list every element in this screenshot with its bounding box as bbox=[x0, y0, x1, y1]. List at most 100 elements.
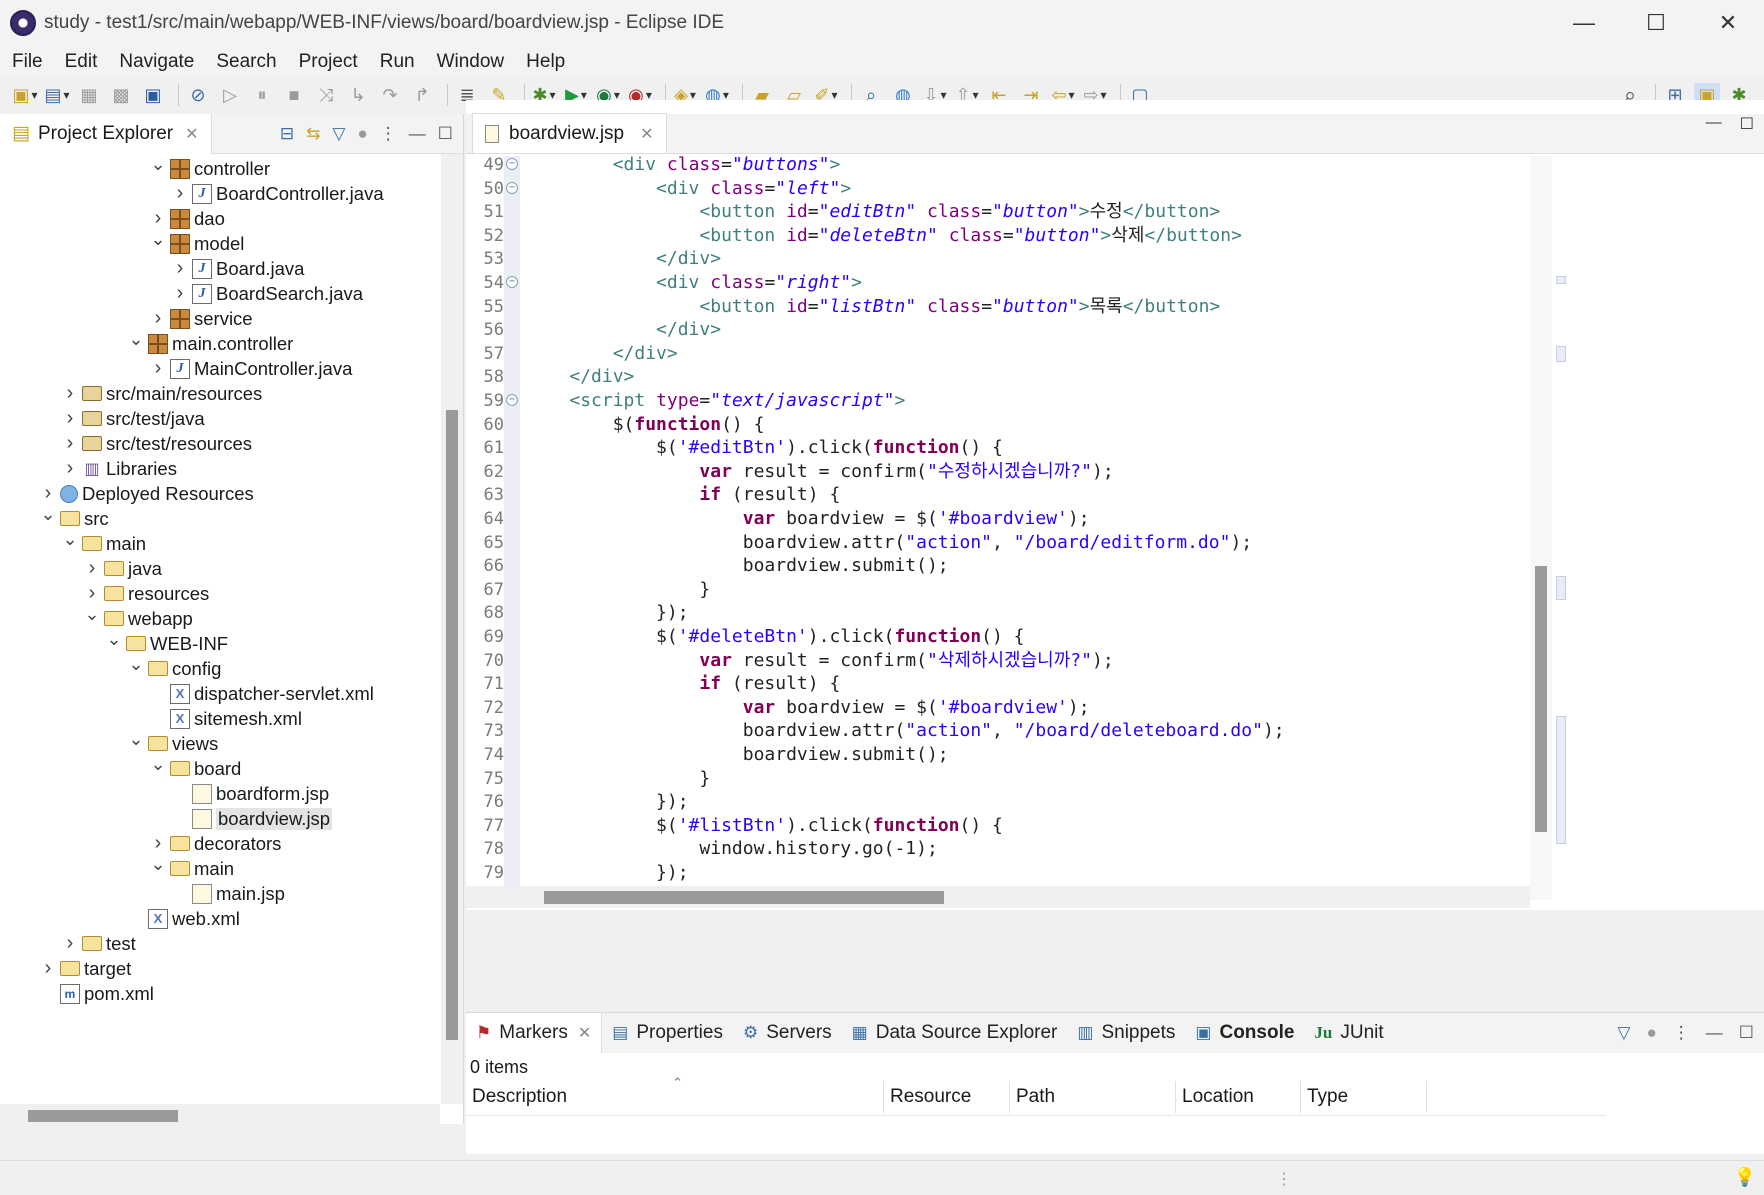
code-line[interactable]: 59− <script type="text/javascript"> bbox=[466, 389, 1530, 413]
overview-mark[interactable] bbox=[1556, 346, 1566, 362]
tab-boardview-jsp[interactable]: boardview.jsp ✕ bbox=[472, 113, 667, 153]
tree-item[interactable]: › java bbox=[82, 556, 162, 581]
link-with-editor-icon[interactable]: ⇆ bbox=[306, 124, 320, 144]
code-line[interactable]: 60 $(function() { bbox=[466, 413, 1530, 437]
close-icon[interactable]: ✕ bbox=[578, 1023, 591, 1043]
fold-collapse-icon[interactable]: − bbox=[506, 181, 518, 194]
chevron-right-icon[interactable]: › bbox=[38, 957, 58, 980]
chevron-right-icon[interactable]: › bbox=[148, 307, 168, 330]
code-editor[interactable]: 49− <div class="buttons"> 50− <div class=… bbox=[466, 156, 1530, 906]
code-line[interactable]: 57 </div> bbox=[466, 342, 1530, 366]
chevron-right-icon[interactable]: › bbox=[82, 557, 102, 580]
column-path[interactable]: Path bbox=[1010, 1081, 1176, 1113]
tree-item[interactable]: › J Board.java bbox=[170, 256, 305, 281]
tree-item[interactable]: › J MainController.java bbox=[148, 356, 353, 381]
close-window-button[interactable]: ✕ bbox=[1692, 0, 1764, 46]
minimize-view-icon[interactable]: — bbox=[409, 124, 426, 144]
menu-help[interactable]: Help bbox=[526, 51, 565, 73]
code-line[interactable]: 79 }); bbox=[466, 861, 1530, 885]
tab-markers[interactable]: ⚑ Markers ✕ bbox=[466, 1013, 603, 1053]
save-all-icon[interactable]: ▩ bbox=[108, 83, 134, 107]
chevron-down-icon[interactable]: ⌄ bbox=[148, 754, 168, 775]
code-line[interactable]: 58 </div> bbox=[466, 365, 1530, 389]
chevron-right-icon[interactable]: › bbox=[170, 282, 190, 305]
collapse-all-icon[interactable]: ⊟ bbox=[280, 124, 294, 144]
tree-item[interactable]: boardview.jsp bbox=[170, 806, 333, 831]
tree-item[interactable]: › target bbox=[38, 956, 132, 981]
chevron-down-icon[interactable]: ⌄ bbox=[148, 154, 168, 175]
minimize-view-icon[interactable]: — bbox=[1706, 1023, 1723, 1043]
tree-item[interactable]: › Deployed Resources bbox=[38, 481, 254, 506]
vertical-scrollbar[interactable] bbox=[1530, 156, 1552, 900]
column-location[interactable]: Location bbox=[1176, 1081, 1301, 1113]
chevron-down-icon[interactable]: ⌄ bbox=[148, 854, 168, 875]
menu-navigate[interactable]: Navigate bbox=[119, 51, 194, 73]
overview-mark[interactable] bbox=[1556, 276, 1566, 284]
tree-item[interactable]: › decorators bbox=[148, 831, 282, 856]
chevron-right-icon[interactable]: › bbox=[170, 182, 190, 205]
step-return-icon[interactable]: ↱ bbox=[409, 83, 435, 107]
chevron-down-icon[interactable]: ⌄ bbox=[104, 629, 124, 650]
code-line[interactable]: 55 <button id="listBtn" class="button">목… bbox=[466, 295, 1530, 319]
code-line[interactable]: 61 $('#editBtn').click(function() { bbox=[466, 436, 1530, 460]
tree-item[interactable]: › resources bbox=[82, 581, 210, 606]
tree-item[interactable]: › src/test/java bbox=[60, 406, 205, 431]
tab-project-explorer[interactable]: ▤ Project Explorer ✕ bbox=[0, 113, 212, 154]
tree-item[interactable]: Xdispatcher-servlet.xml bbox=[148, 681, 374, 706]
tree-item[interactable]: › test bbox=[60, 931, 136, 956]
tab-console[interactable]: ▣ Console bbox=[1185, 1013, 1304, 1053]
code-line[interactable]: 76 }); bbox=[466, 790, 1530, 814]
code-line[interactable]: 71 if (result) { bbox=[466, 672, 1530, 696]
fold-collapse-icon[interactable]: − bbox=[506, 394, 518, 406]
tree-item[interactable]: boardform.jsp bbox=[170, 781, 329, 806]
open-console-icon[interactable]: ▣ bbox=[140, 83, 166, 107]
maximize-button[interactable]: ☐ bbox=[1620, 0, 1692, 46]
menu-edit[interactable]: Edit bbox=[65, 51, 98, 73]
overview-mark[interactable] bbox=[1556, 716, 1566, 844]
tree-item[interactable]: ⌄ main.controller bbox=[126, 329, 293, 356]
fold-collapse-icon[interactable]: − bbox=[506, 276, 518, 288]
scrollbar-thumb[interactable] bbox=[1535, 566, 1547, 832]
overview-mark[interactable] bbox=[1556, 576, 1566, 600]
code-line[interactable]: 54− <div class="right"> bbox=[466, 271, 1530, 295]
code-line[interactable]: 78 window.history.go(-1); bbox=[466, 837, 1530, 861]
chevron-down-icon[interactable]: ⌄ bbox=[60, 529, 80, 550]
vertical-scrollbar[interactable] bbox=[441, 154, 463, 1104]
code-line[interactable]: 69 $('#deleteBtn').click(function() { bbox=[466, 625, 1530, 649]
tree-item[interactable]: › ▥ Libraries bbox=[60, 456, 177, 481]
tree-item[interactable]: ⌄ webapp bbox=[82, 604, 192, 631]
tree-item[interactable]: Xsitemesh.xml bbox=[148, 706, 302, 731]
tree-item[interactable]: ⌄ src bbox=[38, 504, 108, 531]
suspend-icon[interactable]: ⏸ bbox=[249, 83, 275, 107]
code-line[interactable]: 74 boardview.submit(); bbox=[466, 743, 1530, 767]
step-into-icon[interactable]: ↳ bbox=[345, 83, 371, 107]
code-line[interactable]: 63 if (result) { bbox=[466, 483, 1530, 507]
menu-file[interactable]: File bbox=[12, 51, 43, 73]
tree-item[interactable]: › J BoardSearch.java bbox=[170, 281, 363, 306]
code-line[interactable]: 62 var result = confirm("수정하시겠습니까?"); bbox=[466, 460, 1530, 484]
lightbulb-icon[interactable]: 💡 bbox=[1734, 1167, 1756, 1188]
chevron-right-icon[interactable]: › bbox=[60, 382, 80, 405]
column-resource[interactable]: Resource bbox=[884, 1081, 1010, 1113]
maximize-view-icon[interactable]: ☐ bbox=[438, 124, 453, 144]
resume-icon[interactable]: ▷ bbox=[217, 83, 243, 107]
tree-item[interactable]: ⌄ main bbox=[60, 529, 146, 556]
chevron-down-icon[interactable]: ⌄ bbox=[126, 654, 146, 675]
tab-snippets[interactable]: ▥ Snippets bbox=[1067, 1013, 1185, 1053]
tree-item[interactable]: › src/test/resources bbox=[60, 431, 252, 456]
code-line[interactable]: 49− <div class="buttons"> bbox=[466, 156, 1530, 177]
scrollbar-thumb[interactable] bbox=[28, 1110, 178, 1122]
tab-data-source-explorer[interactable]: ▦ Data Source Explorer bbox=[842, 1013, 1068, 1053]
tree-item[interactable]: ⌄ board bbox=[148, 754, 241, 781]
tree-item[interactable]: ⌄ views bbox=[126, 729, 218, 756]
chevron-right-icon[interactable]: › bbox=[38, 482, 58, 505]
disconnect-icon[interactable]: ⤨ bbox=[313, 83, 339, 107]
chevron-down-icon[interactable]: ⌄ bbox=[82, 604, 102, 625]
view-menu-icon[interactable]: ⋮ bbox=[1673, 1023, 1690, 1043]
terminate-icon[interactable]: ■ bbox=[281, 83, 307, 107]
horizontal-scrollbar[interactable] bbox=[0, 1104, 440, 1124]
tree-item[interactable]: › J BoardController.java bbox=[170, 181, 384, 206]
minimize-button[interactable]: — bbox=[1548, 0, 1620, 46]
tab-properties[interactable]: ▤ Properties bbox=[602, 1013, 733, 1053]
close-icon[interactable]: ✕ bbox=[640, 124, 653, 144]
